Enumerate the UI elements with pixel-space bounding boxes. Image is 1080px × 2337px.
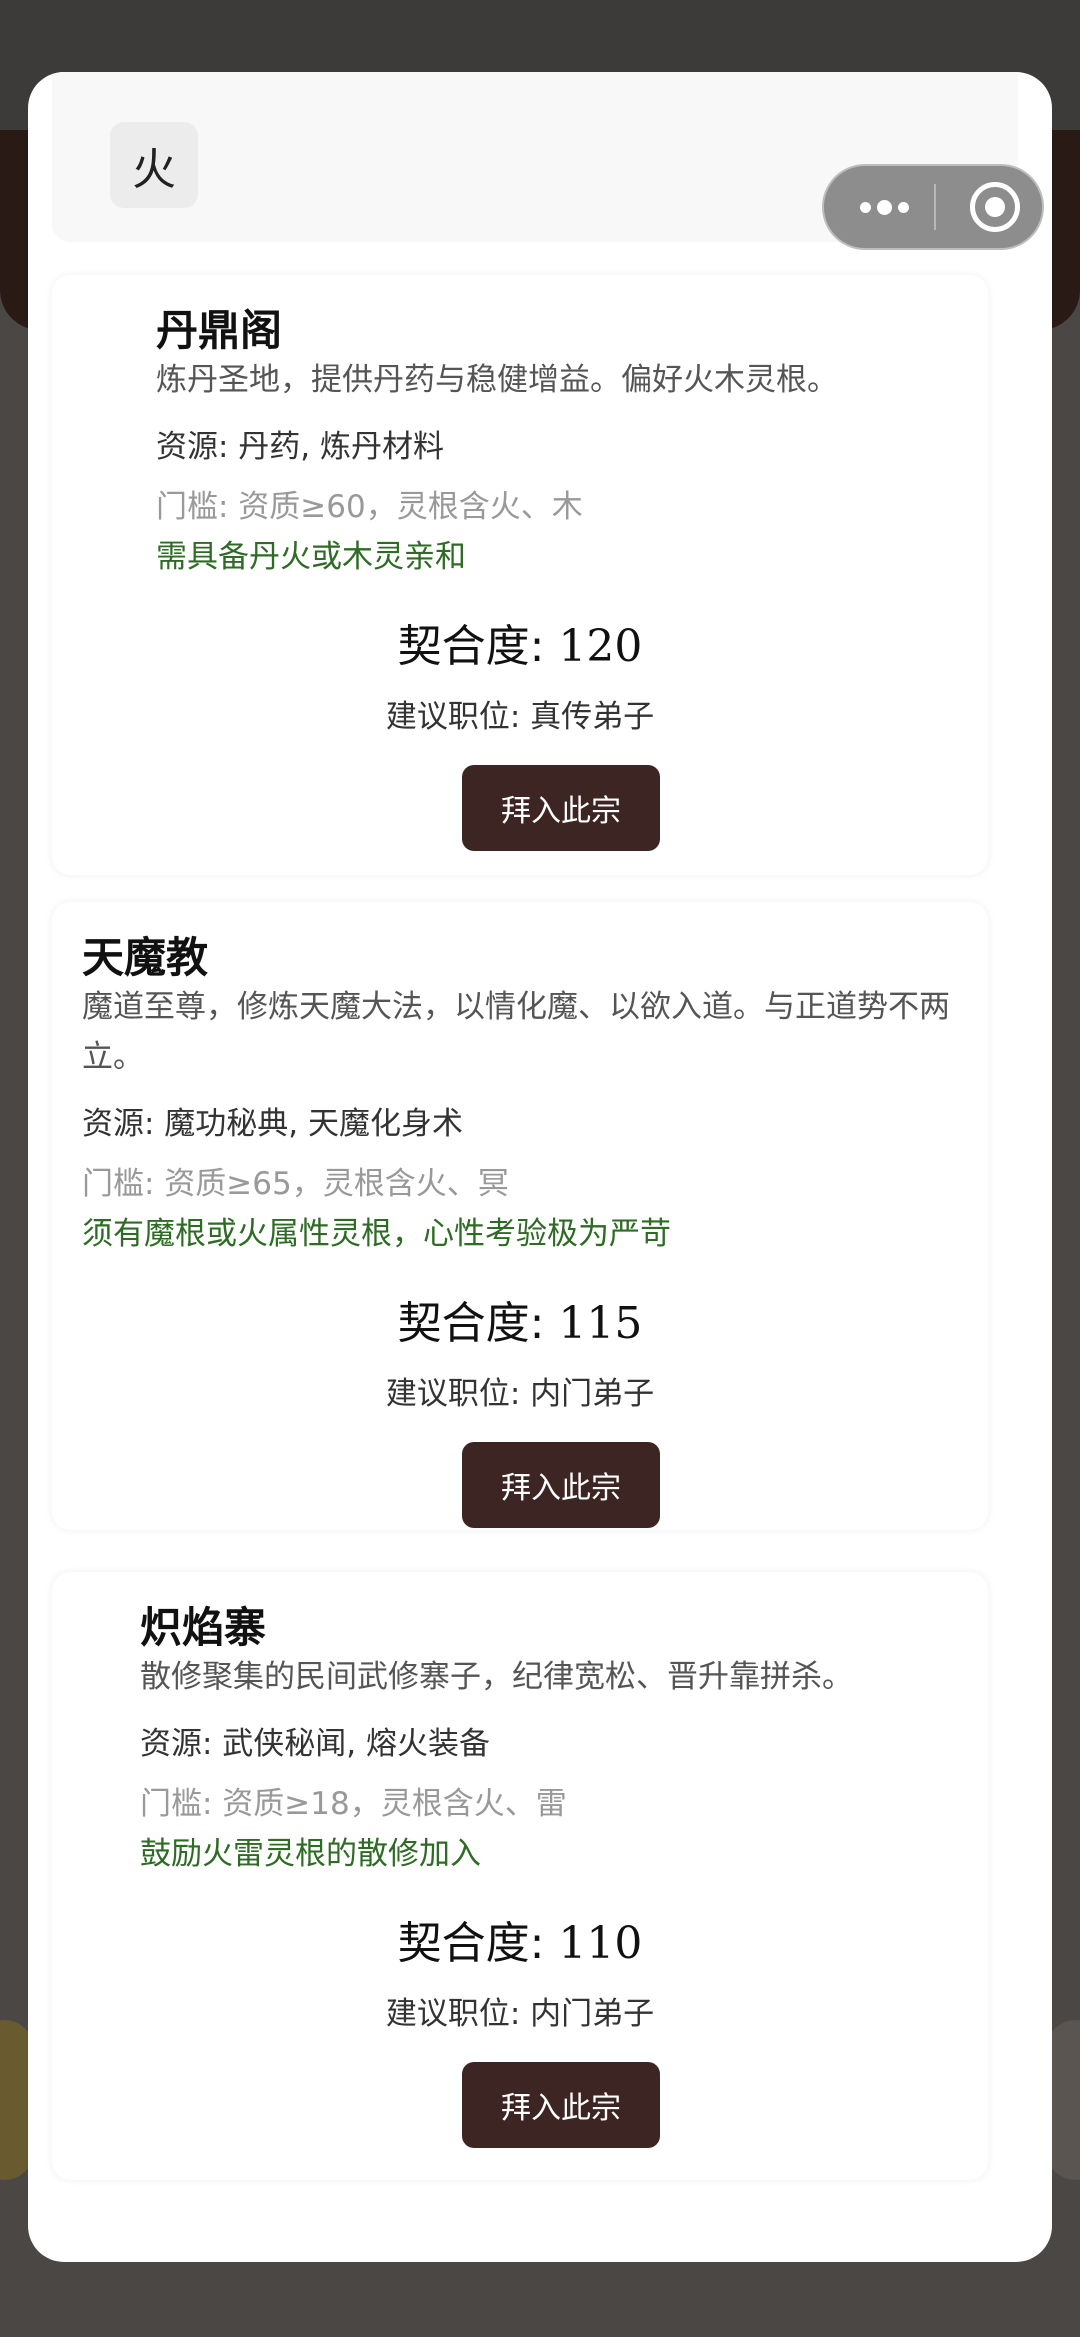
join-sect-button[interactable]: 拜入此宗 [462, 2062, 660, 2148]
sect-threshold: 门槛: 资质≥60，灵根含火、木 [156, 489, 583, 525]
affinity-label: 契合度: [397, 1298, 559, 1349]
sect-resources: 资源: 武侠秘闻, 熔火装备 [140, 1726, 491, 1762]
affinity-value: 120 [558, 621, 643, 672]
sect-name: 天魔教 [82, 933, 209, 982]
sect-card-tianmo: 天魔教 魔道至尊，修炼天魔大法，以情化魔、以欲入道。与正道势不两立。 资源: 魔… [52, 902, 988, 1530]
more-options-icon[interactable] [854, 166, 914, 248]
affinity-value: 115 [558, 1298, 643, 1349]
sect-suggested-position: 建议职位: 内门弟子 [385, 1376, 655, 1412]
sect-name: 炽焰寨 [140, 1603, 267, 1652]
join-sect-button[interactable]: 拜入此宗 [462, 1442, 660, 1528]
affinity-label: 契合度: [397, 621, 559, 672]
sect-description: 炼丹圣地，提供丹药与稳健增益。偏好火木灵根。 [156, 362, 838, 398]
sect-requirement-note: 需具备丹火或木灵亲和 [156, 539, 466, 575]
close-target-icon[interactable] [970, 182, 1020, 232]
sect-description: 魔道至尊，修炼天魔大法，以情化魔、以欲入道。与正道势不两立。 [82, 989, 950, 1075]
affinity-value: 110 [558, 1918, 643, 1969]
affinity-label: 契合度: [397, 1918, 559, 1969]
sect-suggested-position: 建议职位: 内门弟子 [385, 1996, 655, 2032]
sect-affinity-score: 契合度: 120 [52, 619, 988, 675]
capsule-divider [934, 184, 936, 230]
sect-selection-modal: 火 丹鼎阁 炼丹圣地，提供丹药与稳健增益。偏好火木灵根。 资源: 丹药, 炼丹材… [28, 72, 1052, 2262]
sect-resources: 资源: 丹药, 炼丹材料 [156, 429, 445, 465]
sect-threshold: 门槛: 资质≥65，灵根含火、冥 [82, 1166, 509, 1202]
miniprogram-capsule [822, 164, 1044, 250]
sect-requirement-note: 须有魔根或火属性灵根，心性考验极为严苛 [82, 1216, 671, 1252]
sect-requirement-note: 鼓励火雷灵根的散修加入 [140, 1836, 481, 1872]
join-sect-button[interactable]: 拜入此宗 [462, 765, 660, 851]
sect-suggested-position: 建议职位: 真传弟子 [385, 699, 655, 735]
sect-name: 丹鼎阁 [156, 306, 283, 355]
sect-description: 散修聚集的民间武修寨子，纪律宽松、晋升靠拼杀。 [140, 1659, 853, 1695]
element-filter-chip[interactable]: 火 [110, 122, 198, 208]
sect-threshold: 门槛: 资质≥18，灵根含火、雷 [140, 1786, 567, 1822]
sect-card-chiyan: 炽焰寨 散修聚集的民间武修寨子，纪律宽松、晋升靠拼杀。 资源: 武侠秘闻, 熔火… [52, 1572, 988, 2180]
sect-affinity-score: 契合度: 115 [52, 1296, 988, 1352]
sect-resources: 资源: 魔功秘典, 天魔化身术 [82, 1106, 464, 1142]
sect-card-danding: 丹鼎阁 炼丹圣地，提供丹药与稳健增益。偏好火木灵根。 资源: 丹药, 炼丹材料 … [52, 275, 988, 875]
sect-affinity-score: 契合度: 110 [52, 1916, 988, 1972]
